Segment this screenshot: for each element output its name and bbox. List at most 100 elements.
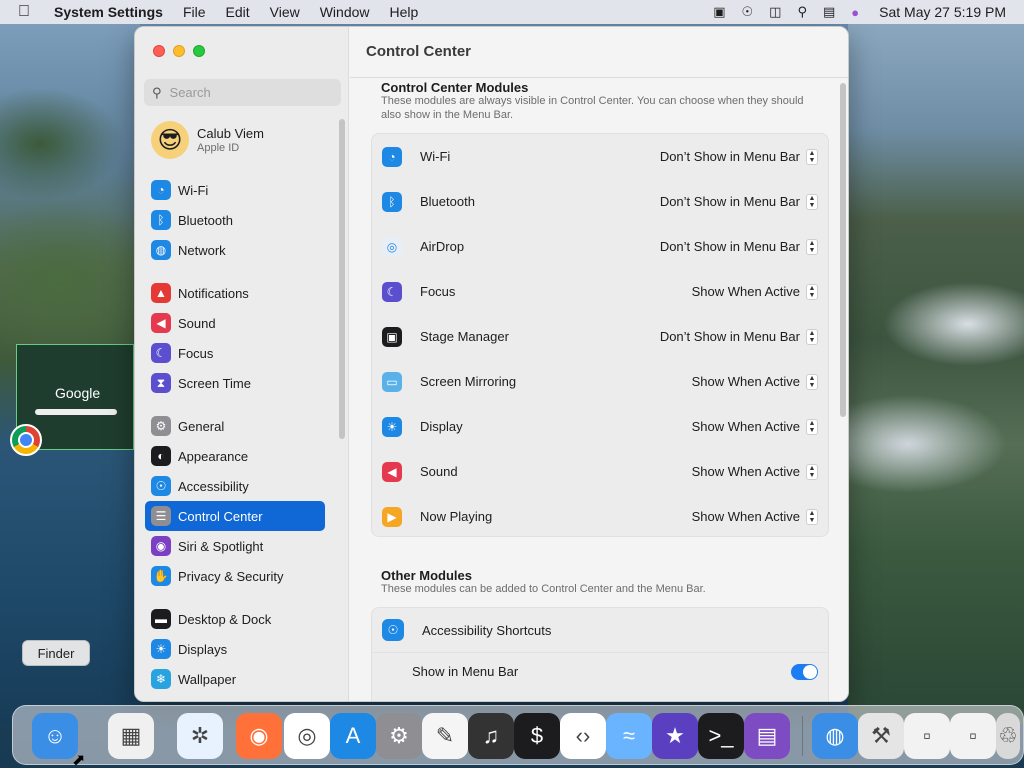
chrome-badge-icon[interactable] xyxy=(10,424,42,456)
menu-help[interactable]: Help xyxy=(390,4,419,20)
sidebar-item-siri-spotlight[interactable]: ◉ Siri & Spotlight xyxy=(145,531,325,561)
storage-icon[interactable]: ▤ xyxy=(744,713,790,759)
app-store-icon[interactable]: A xyxy=(330,713,376,759)
sidebar-item-network[interactable]: ◍ Network xyxy=(145,235,325,265)
sidebar-item-desktop-dock[interactable]: ▬ Desktop & Dock xyxy=(145,604,325,634)
sidebar-item-notifications[interactable]: ▲ Notifications xyxy=(145,278,325,308)
system-settings-icon[interactable]: ⚙ xyxy=(376,713,422,759)
module-visibility-select[interactable]: Show When Active ▲ ▼ xyxy=(692,508,818,525)
sidebar-item-label: Focus xyxy=(178,345,214,361)
utility-icon[interactable]: ⚒ xyxy=(858,713,904,759)
show-in-menu-bar-toggle[interactable] xyxy=(791,663,818,680)
dolphin-icon[interactable]: ≈ xyxy=(606,713,652,759)
imovie-icon[interactable]: ★ xyxy=(652,713,698,759)
window-preview-2-icon[interactable]: ▫ xyxy=(950,713,996,759)
globe-icon[interactable]: ◍ xyxy=(812,713,858,759)
sidebar-item-label: Notifications xyxy=(178,285,249,301)
module-visibility-select[interactable]: Show When Active ▲ ▼ xyxy=(691,463,818,480)
sidebar-item-general[interactable]: ⚙ General xyxy=(145,411,325,441)
module-visibility-select[interactable]: Don’t Show in Menu Bar ▲ ▼ xyxy=(660,193,818,210)
chevron-updown-icon: ▲ ▼ xyxy=(806,418,818,435)
vscode-icon[interactable]: ‹› xyxy=(560,713,606,759)
module-visibility-select[interactable]: Don’t Show in Menu Bar ▲ ▼ xyxy=(659,238,818,255)
box-status-icon[interactable]: ▣ xyxy=(713,4,725,20)
apple-id-account[interactable]: 😎 Calub Viem Apple ID xyxy=(151,121,264,159)
module-visibility-select[interactable]: Don’t Show in Menu Bar ▲ ▼ xyxy=(659,328,818,345)
sidebar-item-wallpaper[interactable]: ❄ Wallpaper xyxy=(145,664,325,694)
accessibility-shortcuts-row[interactable]: ☉ Accessibility Shortcuts xyxy=(372,608,828,652)
google-search-bar xyxy=(35,409,117,415)
sidebar-item-control-center[interactable]: ☰ Control Center xyxy=(145,501,325,531)
window-status-icon[interactable]: ◫ xyxy=(769,4,781,20)
content-scrollbar[interactable] xyxy=(840,83,846,417)
terminal-icon[interactable]: >_ xyxy=(698,713,744,759)
control-center-icon[interactable]: ▤ xyxy=(823,4,835,20)
module-visibility-select[interactable]: Show When Active ▲ ▼ xyxy=(692,373,818,390)
bluetooth-icon: ᛒ xyxy=(382,191,402,212)
modules-section-title: Control Center Modules xyxy=(381,80,529,95)
trash-icon[interactable]: ♲ xyxy=(996,713,1020,759)
sidebar-item-accessibility[interactable]: ☉ Accessibility xyxy=(145,471,325,501)
sidebar-item-screen-time[interactable]: ⧗ Screen Time xyxy=(145,368,325,398)
apple-menu-icon[interactable]:  xyxy=(18,3,40,21)
page-title: Control Center xyxy=(366,43,471,60)
module-name: Wi-Fi xyxy=(420,149,451,164)
module-visibility-value: Don’t Show in Menu Bar xyxy=(659,239,800,254)
sidebar-search[interactable]: ⚲ xyxy=(144,79,341,106)
wifi-icon: ◔ xyxy=(382,146,402,167)
sidebar-scrollbar[interactable] xyxy=(339,119,345,439)
module-visibility-value: Show When Active xyxy=(691,419,800,434)
system-settings-window: ⚲ 😎 Calub Viem Apple ID ◔ Wi-Fi ᛒ Bluetooth… xyxy=(134,26,849,702)
moon-icon: ☾ xyxy=(151,343,171,363)
sidebar-item-label: Wallpaper xyxy=(178,671,237,687)
accessibility-status-icon[interactable]: ☉ xyxy=(742,4,754,20)
textedit-icon[interactable]: ✎ xyxy=(422,713,468,759)
chevron-updown-icon: ▲ ▼ xyxy=(806,373,818,390)
sidebar-item-bluetooth[interactable]: ᛒ Bluetooth xyxy=(145,205,325,235)
window-preview-icon[interactable]: ▫ xyxy=(904,713,950,759)
safari-icon[interactable]: ✲ xyxy=(177,713,223,759)
sidebar-item-wi-fi[interactable]: ◔ Wi-Fi xyxy=(145,175,325,205)
module-visibility-value: Don’t Show in Menu Bar xyxy=(659,329,800,344)
mouse-cursor: ⬈ xyxy=(72,752,86,768)
menu-clock[interactable]: Sat May 27 5:19 PM xyxy=(879,4,1006,20)
chrome-icon[interactable]: ◎ xyxy=(284,713,330,759)
garageband-icon[interactable]: ♫ xyxy=(468,713,514,759)
sidebar-item-displays[interactable]: ☀ Displays xyxy=(145,634,325,664)
sidebar-item-label: Bluetooth xyxy=(178,212,233,228)
module-name: Display xyxy=(420,419,463,434)
menu-view[interactable]: View xyxy=(270,4,300,20)
menu-window[interactable]: Window xyxy=(320,4,370,20)
display-icon: ☀ xyxy=(151,639,171,659)
search-input[interactable] xyxy=(169,85,330,100)
module-visibility-select[interactable]: Show When Active ▲ ▼ xyxy=(691,418,818,435)
module-visibility-value: Show When Active xyxy=(691,464,800,479)
menu-app-name[interactable]: System Settings xyxy=(54,4,163,20)
terminal-green-icon[interactable]: $ xyxy=(514,713,560,759)
other-modules-list: ☉ Accessibility Shortcuts Show in Menu B… xyxy=(371,607,829,701)
spotlight-search-icon[interactable]: ⚲ xyxy=(797,4,807,20)
wallpaper-icon: ❄ xyxy=(151,669,171,689)
module-visibility-select[interactable]: Show When Active ▲ ▼ xyxy=(691,283,818,300)
modules-list: ◔ Wi-Fi Don’t Show in Menu Bar ▲ ▼ ᛒ Bluetooth… xyxy=(371,133,829,537)
sidebar-item-privacy-security[interactable]: ✋ Privacy & Security xyxy=(145,561,325,591)
accessibility-icon: ☉ xyxy=(382,619,404,641)
zoom-window-button[interactable] xyxy=(193,45,205,57)
show-in-menu-bar-row: Show in Menu Bar xyxy=(372,652,828,690)
siri-icon[interactable]: ● xyxy=(851,5,859,20)
sidebar-item-focus[interactable]: ☾ Focus xyxy=(145,338,325,368)
firefox-icon[interactable]: ◉ xyxy=(236,713,282,759)
menu-edit[interactable]: Edit xyxy=(226,4,250,20)
sun-icon: ☀ xyxy=(382,416,402,437)
sidebar-item-label: Displays xyxy=(178,641,228,657)
menu-file[interactable]: File xyxy=(183,4,206,20)
module-visibility-select[interactable]: Don’t Show in Menu Bar ▲ ▼ xyxy=(660,148,818,165)
launchpad-icon[interactable]: ▦ xyxy=(108,713,154,759)
sidebar-item-sound[interactable]: ◀ Sound xyxy=(145,308,325,338)
close-window-button[interactable] xyxy=(153,45,165,57)
dock-separator xyxy=(802,716,803,756)
module-visibility-value: Show When Active xyxy=(691,284,800,299)
chevron-updown-icon: ▲ ▼ xyxy=(806,148,818,165)
minimize-window-button[interactable] xyxy=(173,45,185,57)
sidebar-item-appearance[interactable]: ◐ Appearance xyxy=(145,441,325,471)
